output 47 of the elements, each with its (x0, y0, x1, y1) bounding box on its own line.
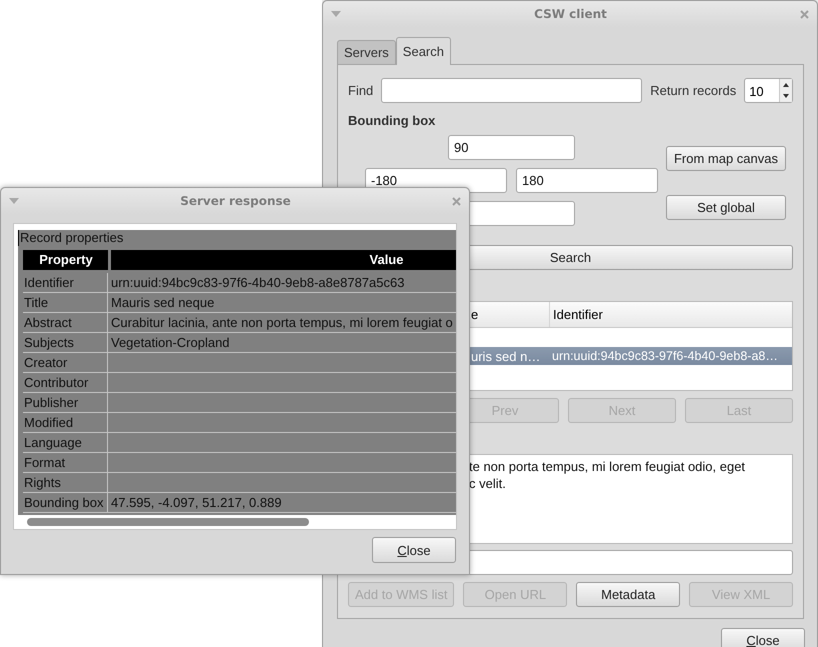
table-cell-text: Mauris sed neque (111, 294, 216, 312)
button[interactable]: Close (721, 628, 805, 647)
button[interactable]: Metadata (576, 582, 680, 607)
abstract-text: te non porta tempus, mi lorem feugiat odio, eget (469, 458, 746, 475)
section-heading: Bounding box (348, 113, 436, 128)
column-header[interactable]: Identifier (549, 302, 792, 327)
menu-arrow-icon[interactable] (331, 11, 341, 17)
table-cell: Creator (23, 353, 108, 372)
column-header: Property (23, 250, 108, 270)
coordinate-field[interactable]: 90 (448, 135, 575, 160)
table-cell: Subjects (23, 333, 108, 352)
table-cell: Abstract (23, 313, 108, 332)
close-icon[interactable] (800, 10, 809, 18)
window-title: CSW client (534, 7, 607, 21)
close-icon[interactable] (452, 196, 461, 206)
button[interactable]: Close (372, 537, 456, 563)
scrollbar-thumb[interactable] (27, 518, 309, 526)
coordinate-field[interactable]: 180 (516, 168, 658, 193)
return-records-spinbox[interactable]: 10 (744, 78, 793, 103)
table-cell-text: urn:uuid:94bc9c83-97f6-4b40-9eb8-a8… (551, 348, 779, 365)
window-title: Server response (180, 194, 291, 208)
table-cell: Bounding box (23, 493, 108, 512)
table-cell: Rights (23, 473, 108, 492)
find-field[interactable] (381, 78, 642, 103)
tab[interactable]: Servers (337, 40, 396, 64)
up-arrow-icon[interactable] (783, 82, 789, 87)
button[interactable]: From map canvas (666, 146, 786, 171)
column-header: Value (111, 250, 456, 270)
table-cell: Format (23, 453, 108, 472)
table-cell-text: 47.595, -4.097, 51.217, 0.889 (111, 494, 283, 512)
button[interactable]: Set global (666, 195, 786, 220)
table-cell: Contributor (23, 373, 108, 392)
table-cell-text: Vegetation-Cropland (111, 334, 231, 352)
menu-arrow-icon[interactable] (9, 198, 19, 204)
table-cell-text: uris sed n… (470, 348, 542, 365)
down-arrow-icon[interactable] (783, 94, 789, 98)
table-cell-text: Curabitur lacinia, ante non porta tempus, mi lorem feugiat o (111, 314, 454, 332)
table-cell: Publisher (23, 393, 108, 412)
tab[interactable]: Search (396, 37, 451, 65)
return-records-label: Return records (650, 83, 736, 98)
table-cell: Language (23, 433, 108, 452)
table-cell: Modified (23, 413, 108, 432)
table-cell-text: urn:uuid:94bc9c83-97f6-4b40-9eb8-a8e8787a5c63 (111, 274, 406, 292)
find-label: Find (348, 83, 374, 98)
table-cell: Title (23, 293, 108, 312)
table-cell: Identifier (23, 273, 108, 292)
table-caption: Record properties (18, 230, 456, 246)
